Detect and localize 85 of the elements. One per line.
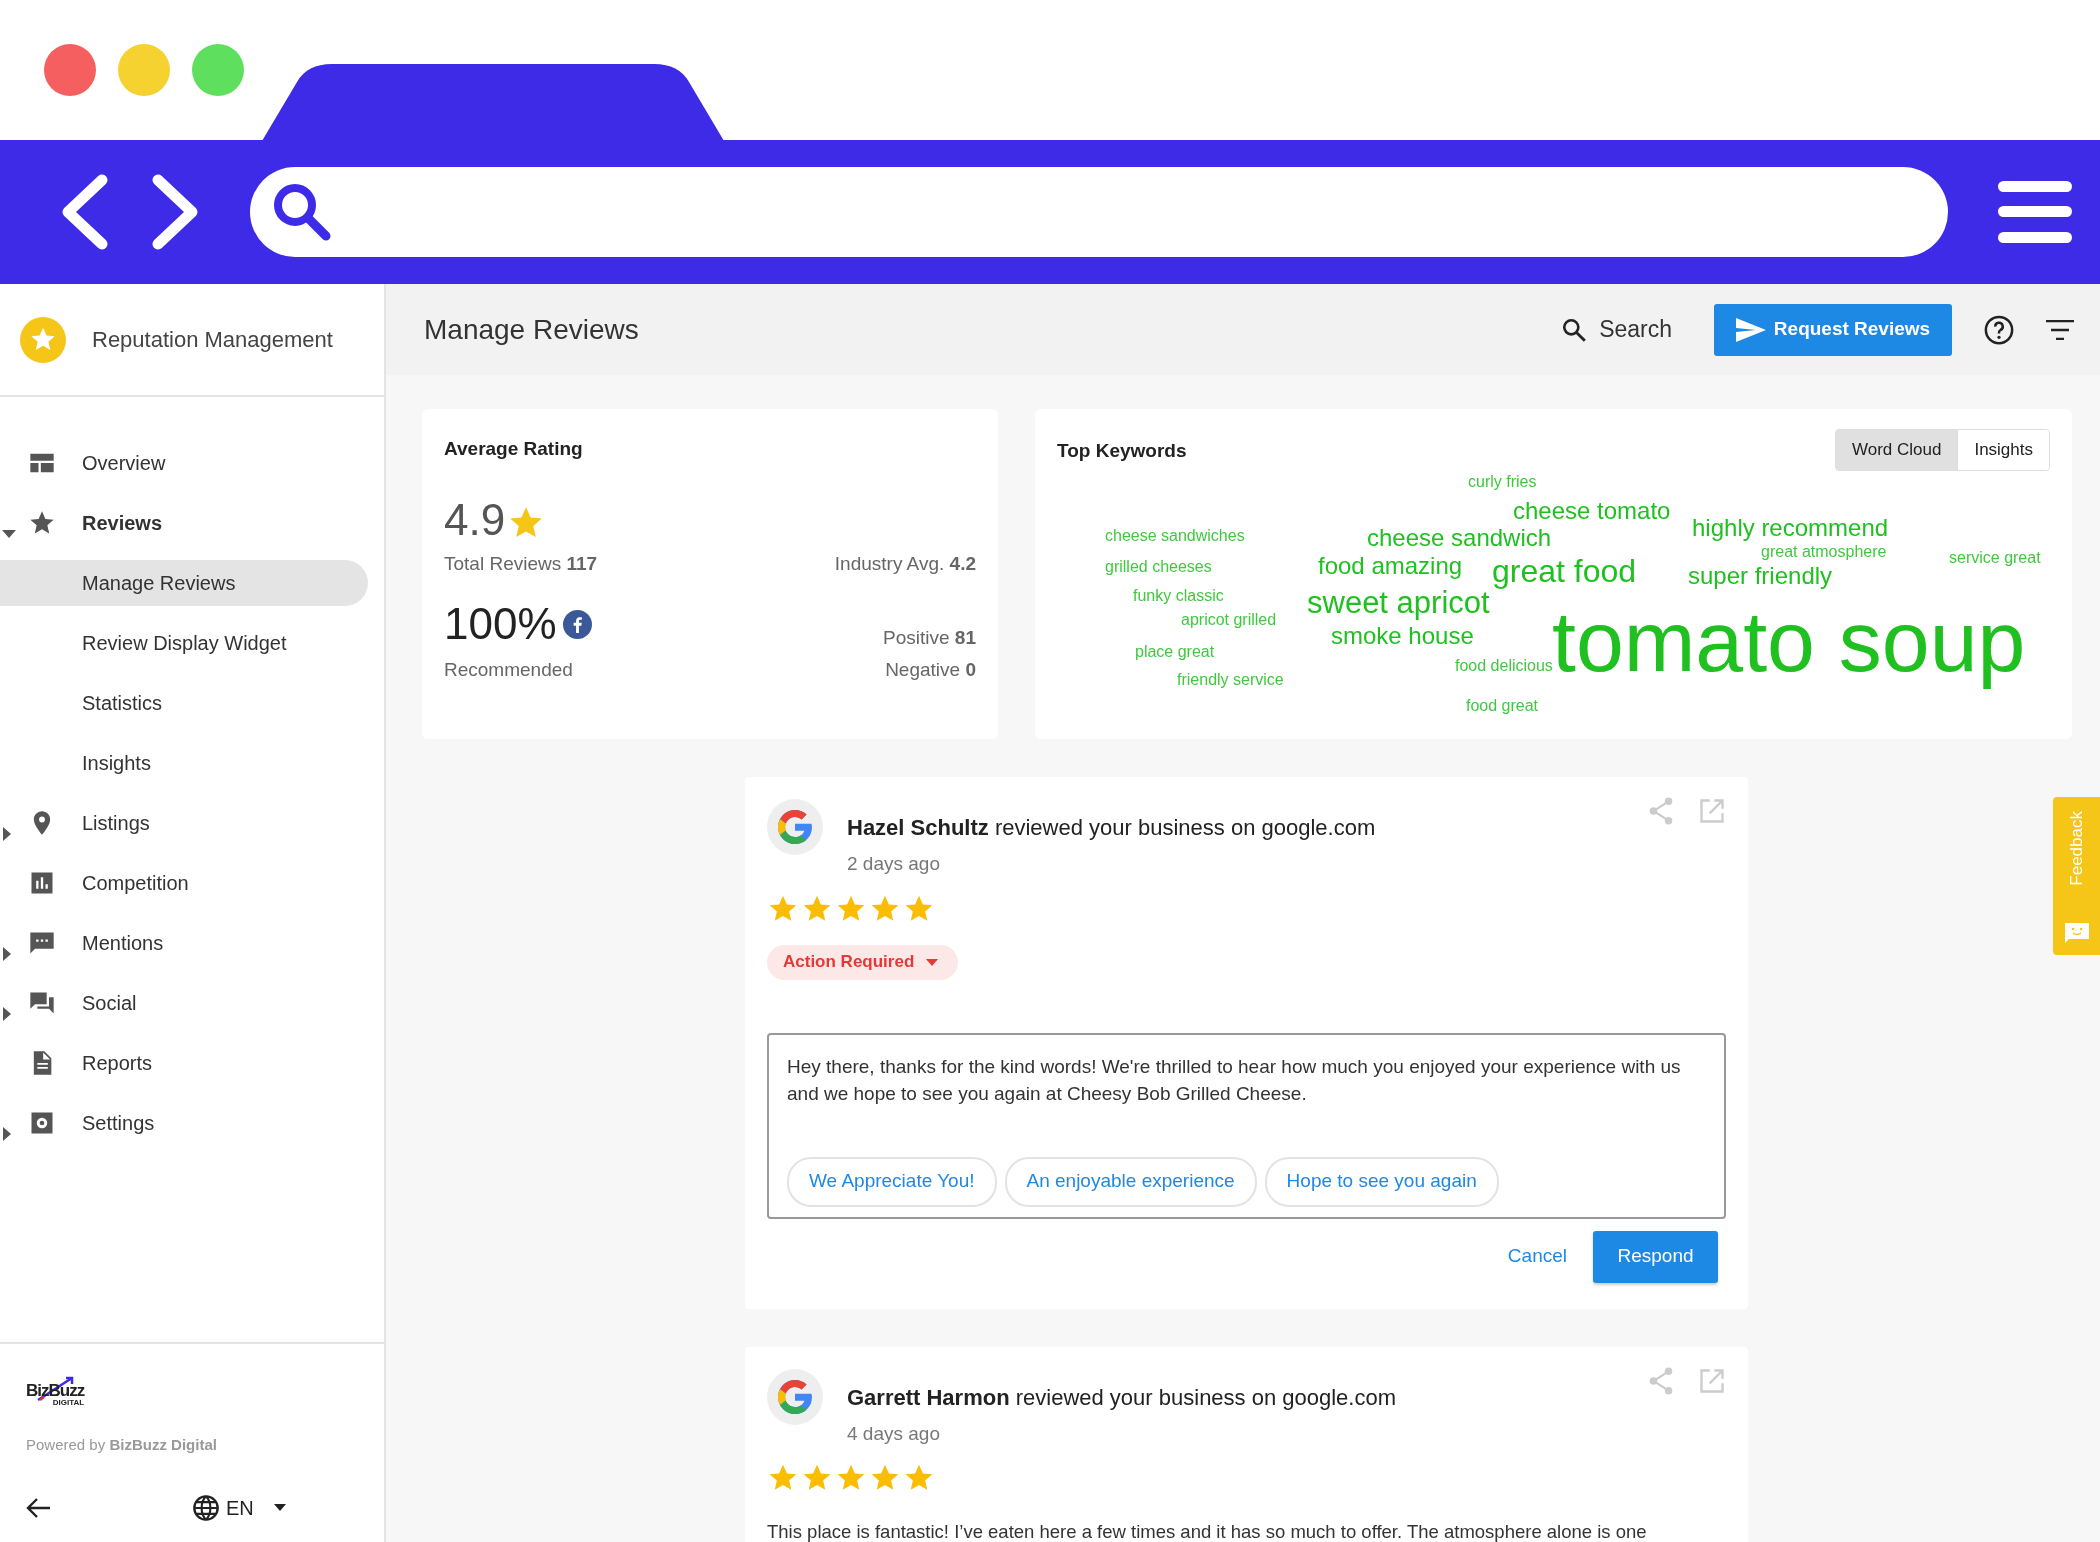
caret-right-icon[interactable] [2,1126,12,1141]
keyword[interactable]: smoke house [1331,621,1474,651]
reply-field[interactable] [767,1032,1726,1219]
review-headline: Garrett Harmon reviewed your business on google.com [847,1383,1397,1412]
keyword[interactable]: food great [1466,696,1539,716]
caret-down-icon [926,958,939,966]
respond-button[interactable]: Respond [1593,1230,1718,1283]
industry-average-text: Industry Avg. 4.2 [834,551,976,576]
nav-item[interactable]: Social [82,988,137,1018]
nav-item[interactable]: Reports [82,1048,153,1078]
nav-item[interactable]: Mentions [82,928,164,958]
negative-count: Negative 0 [884,658,976,682]
keyword[interactable]: super friendly [1688,561,1833,591]
app-title: Reputation Management [92,326,333,354]
keyword[interactable]: grilled cheeses [1105,557,1212,577]
view-toggle-tab[interactable]: Word Cloud [1835,430,1958,470]
browser-tab[interactable] [262,64,724,141]
suggestion-chip[interactable]: Hope to see you again [1264,1156,1499,1207]
nav-subitem[interactable]: Insights [0,740,368,786]
keyword[interactable]: service great [1949,548,2041,568]
window-control-dot[interactable] [44,44,96,96]
forward-icon[interactable] [150,174,200,250]
menu-icon[interactable] [1998,181,2072,243]
view-toggle-tab[interactable]: Insights [1957,430,2049,470]
help-icon[interactable] [1984,314,2014,345]
cancel-button[interactable]: Cancel [1481,1242,1593,1271]
keyword[interactable]: tomato soup [1552,590,2026,694]
suggestion-chip[interactable]: We Appreciate You! [787,1156,997,1207]
recommended-percent: 100% [444,602,557,646]
keyword[interactable]: food delicious [1455,656,1553,676]
search-button[interactable]: Search [1555,311,1678,348]
powered-by-text: Powered by BizBuzz Digital [26,1435,218,1455]
nav-item[interactable]: Reviews [82,508,163,538]
keyword[interactable]: cheese tomato [1513,496,1671,526]
nav-item[interactable]: Settings [82,1108,155,1138]
facebook-icon [562,609,592,639]
caret-right-icon[interactable] [2,946,12,961]
page-title: Manage Reviews [424,312,640,347]
keyword[interactable]: funky classic [1133,586,1224,606]
keyword[interactable]: great atmosphere [1761,542,1887,562]
keyword[interactable]: curly fries [1468,472,1537,492]
review-headline: Hazel Schultz reviewed your business on google.com [847,814,1376,842]
back-icon[interactable] [60,174,110,250]
recommended-label: Recommended [444,658,574,682]
suggestion-chip[interactable]: An enjoyable experience [1004,1156,1257,1207]
keyword[interactable]: sweet apricot [1307,583,1490,622]
keyword[interactable]: friendly service [1177,670,1284,690]
google-logo-icon [775,807,815,847]
card-title: Top Keywords [1057,439,1187,463]
keyword[interactable]: highly recommend [1692,513,1889,543]
reply-text: Hey there, thanks for the kind words! We're thrilled to hear how much you enjoyed your experience with us and we hope to see you again at Cheesy Bob Grilled Cheese. [787,1054,1682,1106]
keyword[interactable]: great food [1492,551,1637,591]
card-title: Average Rating [444,437,584,461]
search-icon [1561,316,1588,343]
nav-subitem[interactable]: Statistics [0,680,368,726]
nav-item[interactable]: Competition [82,868,189,898]
nav-subitem[interactable]: Review Display Widget [0,620,368,666]
average-rating-value: 4.9 [444,497,506,542]
positive-count: Positive 81 [883,625,976,650]
review-time: 4 days ago [847,1421,941,1446]
keyword[interactable]: place great [1135,642,1215,662]
language-selector[interactable]: EN [192,1492,286,1523]
keyword[interactable]: food amazing [1318,551,1463,581]
back-arrow-icon[interactable] [26,1496,52,1519]
status-dropdown[interactable]: Action Required [767,944,959,980]
nav-item[interactable]: Overview [82,448,166,478]
nav-subitem[interactable]: Manage Reviews [0,560,368,606]
review-text: This place is fantastic! I’ve eaten here a few times and it has so much to offer. The atmosphere alone is one [767,1520,1648,1542]
caret-right-icon[interactable] [2,826,12,841]
caret-down-icon[interactable] [273,1504,286,1511]
window-control-dot[interactable] [118,44,170,96]
keyword[interactable]: apricot grilled [1181,610,1277,630]
caret-down-icon[interactable] [2,527,16,540]
caret-right-icon[interactable] [2,1006,12,1021]
keyword[interactable]: cheese sandwiches [1105,526,1245,546]
globe-icon [192,1493,220,1522]
review-time: 2 days ago [847,852,941,876]
window-control-dot[interactable] [192,44,244,96]
total-reviews-text: Total Reviews 117 [444,551,598,576]
keyword[interactable]: cheese sandwich [1367,523,1552,553]
request-reviews-button[interactable]: Request Reviews [1714,303,1952,356]
filter-icon[interactable] [2046,319,2074,340]
nav-item[interactable]: Listings [82,808,150,838]
send-icon [1735,317,1766,342]
smiley-chat-icon [2064,923,2089,943]
